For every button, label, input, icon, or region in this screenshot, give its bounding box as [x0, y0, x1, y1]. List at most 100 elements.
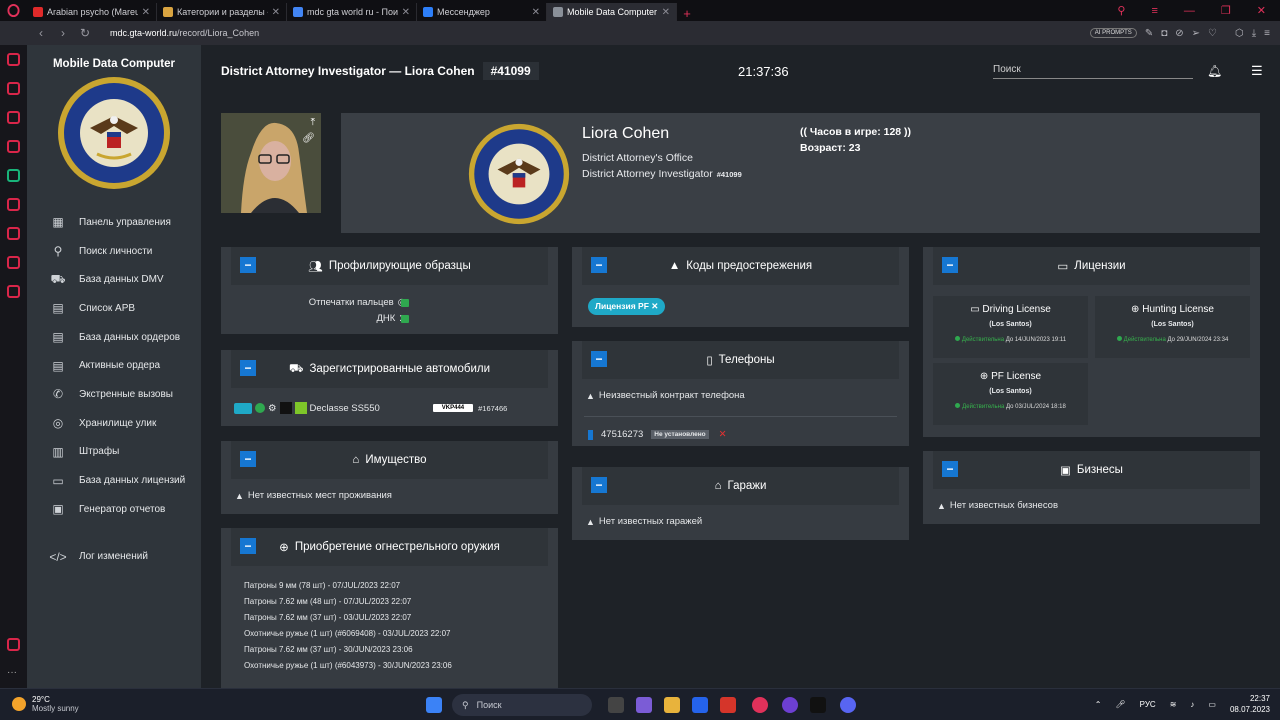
sidebar-item[interactable]: ✆ Экстренные вызовы: [27, 380, 201, 409]
back-button[interactable]: ‹: [30, 26, 52, 40]
battery-icon[interactable]: ▭: [1208, 700, 1216, 709]
camera-icon[interactable]: ◘: [1161, 28, 1167, 39]
mic-icon[interactable]: 🎤︎: [1116, 700, 1126, 709]
close-window-button[interactable]: ✕: [1257, 4, 1266, 17]
chatgpt-icon[interactable]: [7, 169, 20, 182]
volume-icon[interactable]: ♪: [1190, 700, 1194, 709]
menu-icon[interactable]: ≡: [1264, 28, 1270, 39]
sidebar-item[interactable]: ◎ Хранилище улик: [27, 409, 201, 438]
delete-icon[interactable]: ✕: [719, 429, 727, 440]
tab-close-icon[interactable]: ✕: [402, 7, 410, 18]
maximize-button[interactable]: ❐: [1221, 4, 1231, 17]
browser-tab[interactable]: Категории и разделы - GTA ✕: [157, 3, 287, 21]
collapse-button[interactable]: −: [591, 257, 607, 273]
proton-vpn-icon[interactable]: [782, 697, 798, 713]
sidebar-item[interactable]: ▥ Штрафы: [27, 438, 201, 467]
discord-icon[interactable]: [840, 697, 856, 713]
collapse-button[interactable]: −: [591, 351, 607, 367]
block-icon[interactable]: ⊘: [1175, 28, 1183, 39]
store-icon[interactable]: [692, 697, 708, 713]
sidebar-item[interactable]: ▣ Генератор отчетов: [27, 495, 201, 524]
tray-chevron-icon[interactable]: ⌃: [1095, 700, 1102, 709]
remove-icon[interactable]: ✕: [651, 301, 658, 311]
upload-icon[interactable]: ⤒: [311, 117, 315, 128]
menu-burger-icon[interactable]: ☰: [1251, 63, 1263, 79]
license-card[interactable]: ▭ Driving License (Los Santos) Действитель…: [933, 296, 1088, 358]
tab-close-icon[interactable]: ✕: [532, 7, 540, 18]
sidebar-item[interactable]: ▦ Панель управления: [27, 208, 201, 237]
speed-dial-icon[interactable]: [7, 53, 20, 66]
sidebar-item[interactable]: ▭ База данных лицензий: [27, 466, 201, 495]
collapse-button[interactable]: −: [942, 461, 958, 477]
download-icon[interactable]: ⤓: [1252, 28, 1256, 39]
sidebar-item[interactable]: ▤ Список APB: [27, 294, 201, 323]
shopping-icon[interactable]: [7, 82, 20, 95]
sidebar-item[interactable]: ▤ Активные ордера: [27, 351, 201, 380]
reload-button[interactable]: ↻: [74, 26, 96, 40]
forward-button[interactable]: ›: [52, 26, 74, 40]
browser-tab[interactable]: Мессенджер ✕: [417, 3, 547, 21]
minimize-button[interactable]: —: [1184, 5, 1195, 17]
browser-tab[interactable]: mdc gta world ru - Поиск в ✕: [287, 3, 417, 21]
bell-icon[interactable]: 🔔︎: [1207, 64, 1222, 78]
opera-taskbar-icon[interactable]: [752, 697, 768, 713]
sidebar-item[interactable]: ▤ База данных ордеров: [27, 323, 201, 352]
send-icon[interactable]: ➢: [1192, 28, 1200, 39]
url-field[interactable]: mdc.gta-world.ru/record/Liora_Cohen: [110, 28, 259, 38]
twitch-icon[interactable]: [7, 111, 20, 124]
instagram-icon[interactable]: [7, 140, 20, 153]
divider: [584, 416, 897, 417]
vpn-icon[interactable]: [7, 638, 20, 651]
vehicle-id-value: 167466: [482, 403, 508, 413]
warning-pill[interactable]: Лицензия PF ✕: [588, 298, 666, 315]
collapse-button[interactable]: −: [240, 538, 256, 554]
browser-tab[interactable]: Arabian psycho (Mareux - Th ✕: [27, 3, 157, 21]
license-card[interactable]: ⊕ PF License (Los Santos) Действительна До…: [933, 363, 1088, 425]
guns-card: − ⊕ Приобретение огнестрельного оружия П…: [221, 528, 558, 688]
keyboard-language[interactable]: РУС: [1140, 700, 1156, 709]
sidebar-item[interactable]: ⛟ База данных DMV: [27, 265, 201, 294]
vehicle-link-icon[interactable]: [234, 402, 252, 414]
vehicle-model[interactable]: Declasse SS550: [310, 403, 380, 414]
tab-close-icon[interactable]: ✕: [142, 7, 150, 18]
browser-tab[interactable]: Mobile Data Computer - GTA ✕: [547, 3, 677, 21]
more-icon[interactable]: ···: [7, 667, 20, 680]
property-empty: ▲ Нет известных мест проживания: [235, 490, 392, 501]
tab-title: Arabian psycho (Mareux - Th: [47, 7, 138, 17]
start-button[interactable]: [426, 697, 442, 713]
tab-close-icon[interactable]: ✕: [272, 7, 280, 18]
search-input[interactable]: Поиск: [993, 64, 1193, 79]
cube-icon[interactable]: ⬡: [1235, 28, 1244, 39]
opera-menu-button[interactable]: [0, 0, 27, 21]
heart-icon[interactable]: ♡: [1208, 28, 1217, 39]
tab-menu-icon[interactable]: ≡: [1151, 5, 1157, 17]
settings-icon[interactable]: [7, 285, 20, 298]
app-icon[interactable]: [720, 697, 736, 713]
edit-icon[interactable]: ✎: [1145, 28, 1153, 39]
collapse-button[interactable]: −: [591, 477, 607, 493]
taskbar-clock[interactable]: 22:37 08.07.2023: [1230, 693, 1270, 715]
weather-widget[interactable]: 29°C Mostly sunny: [12, 695, 79, 713]
collapse-button[interactable]: −: [240, 257, 256, 273]
task-view-icon[interactable]: [608, 697, 624, 713]
teams-icon[interactable]: [636, 697, 652, 713]
wifi-icon[interactable]: ≋: [1170, 700, 1177, 709]
taskbar-search[interactable]: ⚲ Поиск: [452, 694, 592, 716]
license-card[interactable]: ⊕ Hunting License (Los Santos) Действитель…: [1095, 296, 1250, 358]
ai-prompts-button[interactable]: AI PROMPTS: [1089, 28, 1137, 38]
collapse-button[interactable]: −: [240, 360, 256, 376]
link-icon[interactable]: 🔗︎: [302, 133, 315, 144]
search-tabs-icon[interactable]: ⚲: [1117, 4, 1125, 17]
collapse-button[interactable]: −: [942, 257, 958, 273]
sidebar-item[interactable]: ⚲ Поиск личности: [27, 237, 201, 266]
tab-favicon-icon: [553, 7, 563, 17]
tab-close-icon[interactable]: ✕: [662, 7, 670, 18]
rockstar-icon[interactable]: [810, 697, 826, 713]
history-icon[interactable]: [7, 227, 20, 240]
explorer-icon[interactable]: [664, 697, 680, 713]
sidebar-item-changelog[interactable]: </> Лог изменений: [27, 543, 201, 572]
player-icon[interactable]: [7, 198, 20, 211]
extensions-icon[interactable]: [7, 256, 20, 269]
collapse-button[interactable]: −: [240, 451, 256, 467]
new-tab-button[interactable]: +: [677, 6, 697, 21]
